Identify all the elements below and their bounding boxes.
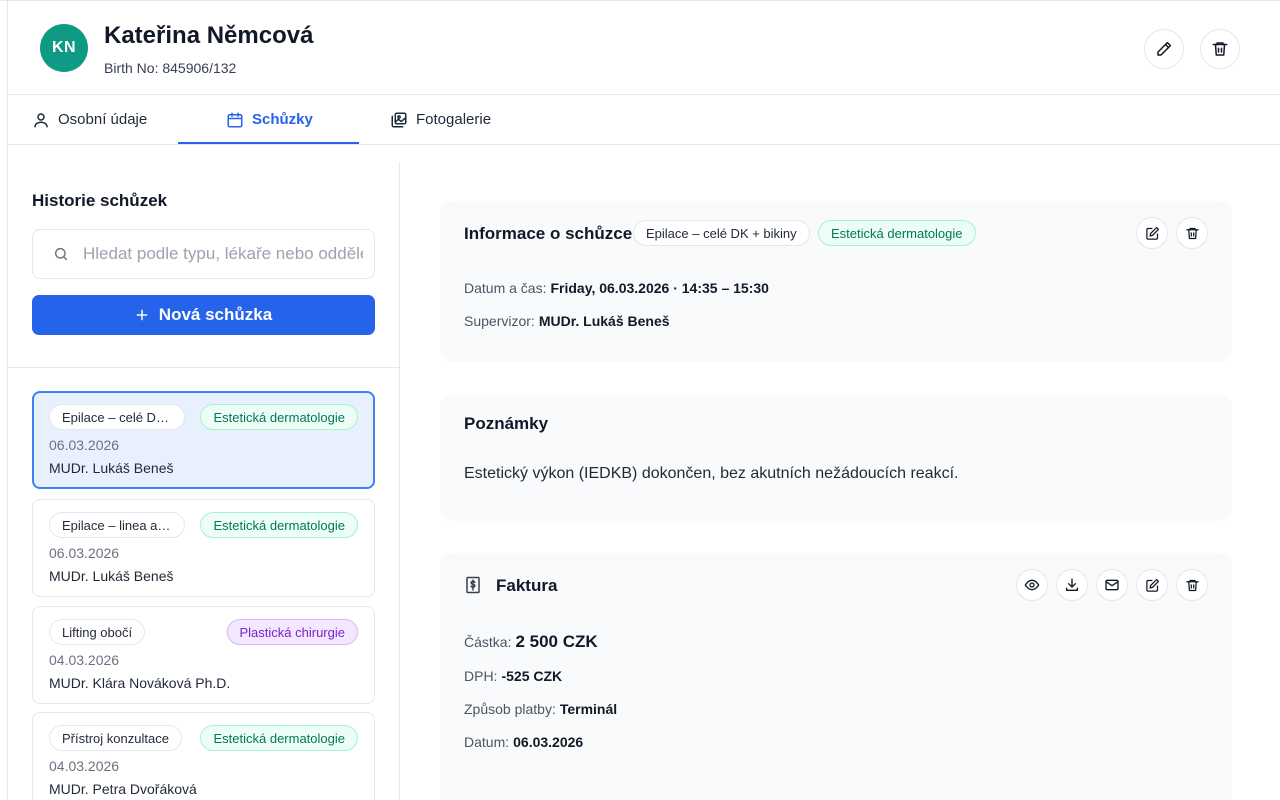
appointment-card[interactable]: Epilace – celé DK + bikiny Estetická der… bbox=[32, 391, 375, 489]
appointment-type-chip: Lifting obočí bbox=[49, 619, 146, 645]
plus-icon bbox=[135, 308, 149, 322]
trash-icon bbox=[1185, 226, 1200, 241]
calendar-icon bbox=[226, 111, 244, 129]
edit-icon bbox=[1145, 226, 1160, 241]
appointment-doctor: MUDr. Klára Nováková Ph.D. bbox=[49, 675, 231, 691]
tab-bar: Osobní údaje Schůzky Fotogalerie bbox=[8, 95, 1280, 145]
vat-value: -525 CZK bbox=[501, 668, 563, 684]
appointment-doctor: MUDr. Petra Dvořáková bbox=[49, 781, 197, 797]
search-icon bbox=[53, 246, 69, 262]
history-title: Historie schůzek bbox=[32, 191, 168, 210]
delete-appointment-button[interactable] bbox=[1176, 217, 1208, 249]
notes-title: Poznámky bbox=[464, 414, 549, 433]
tab-label: Fotogalerie bbox=[416, 111, 492, 128]
user-icon bbox=[32, 111, 50, 129]
tab-label: Schůzky bbox=[252, 111, 313, 128]
new-appointment-button[interactable]: Nová schůzka bbox=[32, 295, 375, 335]
trash-icon bbox=[1185, 578, 1200, 593]
appointment-type-chip: Epilace – celé DK + bikiny bbox=[633, 220, 810, 246]
department-badge: Estetická dermatologie bbox=[200, 725, 358, 751]
email-invoice-button[interactable] bbox=[1096, 569, 1128, 601]
appointment-type-chip: Přístroj konzultace bbox=[49, 725, 182, 751]
appointment-date: 06.03.2026 bbox=[49, 545, 120, 561]
payment-method-value: Terminál bbox=[559, 701, 618, 717]
appointment-type-chip: Epilace – celé DK + bikiny bbox=[49, 404, 185, 430]
amount-row: Částka: 2 500 CZK bbox=[464, 632, 598, 651]
tab-appointments[interactable]: Schůzky bbox=[226, 95, 313, 144]
appointment-date: 06.03.2026 bbox=[49, 437, 120, 453]
search-box bbox=[32, 229, 375, 279]
notes-panel: Poznámky Estetický výkon (IEDKB) dokonče… bbox=[440, 395, 1232, 521]
datetime-value: Friday, 06.03.2026 · 14:35 – 15:30 bbox=[550, 280, 769, 296]
appointment-date: 04.03.2026 bbox=[49, 758, 120, 774]
trash-icon bbox=[1211, 40, 1229, 58]
dollar-document-icon bbox=[464, 575, 482, 595]
appointment-date: 04.03.2026 bbox=[49, 652, 120, 668]
appointment-doctor: MUDr. Lukáš Beneš bbox=[49, 568, 174, 584]
invoice-date-row: Datum: 06.03.2026 bbox=[464, 734, 584, 750]
invoice-title: Faktura bbox=[496, 576, 558, 595]
edit-patient-button[interactable] bbox=[1144, 29, 1184, 69]
history-divider bbox=[8, 367, 399, 368]
appointment-doctor: MUDr. Lukáš Beneš bbox=[49, 460, 174, 476]
department-badge: Estetická dermatologie bbox=[200, 404, 358, 430]
eye-icon bbox=[1024, 577, 1040, 593]
view-invoice-button[interactable] bbox=[1016, 569, 1048, 601]
patient-name: Kateřina Němcová bbox=[104, 22, 314, 49]
search-input[interactable] bbox=[83, 244, 363, 264]
amount-value: 2 500 CZK bbox=[515, 632, 598, 651]
download-invoice-button[interactable] bbox=[1056, 569, 1088, 601]
new-appointment-label: Nová schůzka bbox=[158, 305, 273, 324]
appointment-info-panel: Informace o schůzce Epilace – celé DK + … bbox=[440, 201, 1232, 362]
edit-invoice-button[interactable] bbox=[1136, 569, 1168, 601]
avatar: KN bbox=[40, 24, 88, 72]
payment-method-row: Způsob platby: Terminál bbox=[464, 701, 618, 717]
active-tab-indicator bbox=[178, 142, 359, 144]
info-title: Informace o schůzce bbox=[464, 224, 633, 243]
patient-header: KN Kateřina Němcová Birth No: 845906/132 bbox=[8, 1, 1280, 95]
edit-icon bbox=[1145, 578, 1160, 593]
appointment-type-chip: Epilace – linea alba bbox=[49, 512, 185, 538]
patient-birth-number: Birth No: 845906/132 bbox=[104, 60, 237, 76]
tab-label: Osobní údaje bbox=[58, 111, 148, 128]
appointment-card[interactable]: Epilace – linea alba Estetická dermatolo… bbox=[32, 499, 375, 597]
department-badge: Estetická dermatologie bbox=[200, 512, 358, 538]
notes-text: Estetický výkon (IEDKB) dokončen, bez ak… bbox=[464, 465, 959, 482]
vat-row: DPH: -525 CZK bbox=[464, 668, 563, 684]
delete-invoice-button[interactable] bbox=[1176, 569, 1208, 601]
appointment-card[interactable]: Lifting obočí Plastická chirurgie 04.03.… bbox=[32, 606, 375, 704]
invoice-date-value: 06.03.2026 bbox=[513, 734, 584, 750]
tab-photo-gallery[interactable]: Fotogalerie bbox=[390, 95, 491, 144]
appointment-card[interactable]: Přístroj konzultace Estetická dermatolog… bbox=[32, 712, 375, 800]
mail-icon bbox=[1104, 577, 1120, 593]
invoice-panel: Faktura Částka: 2 500 CZK DPH: -525 CZK … bbox=[440, 553, 1232, 800]
department-badge: Estetická dermatologie bbox=[818, 220, 976, 246]
delete-patient-button[interactable] bbox=[1200, 29, 1240, 69]
supervisor-value: MUDr. Lukáš Beneš bbox=[538, 313, 670, 329]
app-window: KN Kateřina Němcová Birth No: 845906/132… bbox=[0, 0, 1280, 800]
department-badge: Plastická chirurgie bbox=[226, 619, 358, 645]
tab-personal-info[interactable]: Osobní údaje bbox=[32, 95, 147, 144]
supervisor-row: Supervizor: MUDr. Lukáš Beneš bbox=[464, 313, 670, 329]
appointment-history-panel: Historie schůzek Nová schůzka Epilace – … bbox=[8, 162, 400, 800]
edit-appointment-button[interactable] bbox=[1136, 217, 1168, 249]
pencil-icon bbox=[1155, 40, 1173, 58]
datetime-row: Datum a čas: Friday, 06.03.2026 · 14:35 –… bbox=[464, 280, 769, 296]
gallery-icon bbox=[390, 111, 408, 129]
download-icon bbox=[1064, 577, 1080, 593]
